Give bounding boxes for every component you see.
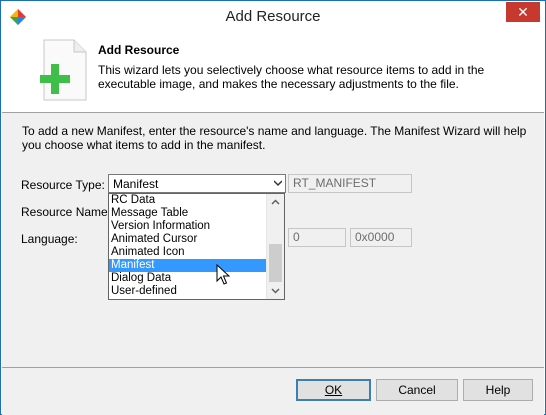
dialog-window: Add Resource ✕ Add Resource This wizard … [0,0,546,415]
list-item-animated-icon[interactable]: Animated Icon [109,246,267,259]
language-field[interactable]: 0 [288,228,346,247]
ok-button[interactable]: OK [296,379,371,401]
dropdown-list: RC Data Message Table Version Informatio… [109,194,267,298]
resource-name-label: Resource Name: [21,205,112,219]
title-bar[interactable]: Add Resource ✕ [1,1,545,32]
ok-label: OK [324,383,343,397]
chevron-down-icon [274,180,282,187]
list-item-manifest[interactable]: Manifest [109,259,267,272]
cancel-label: Cancel [398,383,436,397]
wizard-header: Add Resource This wizard lets you select… [2,32,544,113]
mouse-cursor-icon [216,264,230,285]
window-title: Add Resource [225,8,321,25]
language-hex-field: 0x0000 [350,228,412,247]
intro-text: To add a new Manifest, enter the resourc… [22,124,527,152]
close-icon: ✕ [517,4,529,20]
list-item-user-defined[interactable]: User-defined [109,285,267,298]
language-label: Language: [21,232,78,246]
header-title: Add Resource [98,43,180,57]
resource-type-dropdown[interactable]: RC Data Message Table Version Informatio… [108,193,285,300]
scroll-down-icon[interactable] [267,282,284,299]
add-resource-icon [40,39,87,101]
resource-type-value: Manifest [113,177,159,191]
dropdown-scrollbar[interactable] [266,194,284,299]
resource-type-id-field: RT_MANIFEST [288,174,412,193]
list-item-dialog-data[interactable]: Dialog Data [109,272,267,285]
dialog-client: Add Resource This wizard lets you select… [2,32,544,415]
button-bar: OK Cancel Help [2,367,544,415]
help-label: Help [485,383,511,397]
list-item-animated-cursor[interactable]: Animated Cursor [109,233,267,246]
scroll-up-icon[interactable] [267,194,284,211]
help-button[interactable]: Help [463,379,533,401]
header-description: This wizard lets you selectively choose … [98,63,485,91]
resource-type-label: Resource Type: [21,178,105,192]
scrollbar-thumb[interactable] [269,244,282,282]
close-button[interactable]: ✕ [506,2,540,22]
list-item-version-information[interactable]: Version Information [109,220,267,233]
resource-type-combo[interactable]: Manifest [108,174,286,193]
cancel-button[interactable]: Cancel [376,379,458,401]
list-item-rc-data[interactable]: RC Data [109,194,267,207]
list-item-message-table[interactable]: Message Table [109,207,267,220]
